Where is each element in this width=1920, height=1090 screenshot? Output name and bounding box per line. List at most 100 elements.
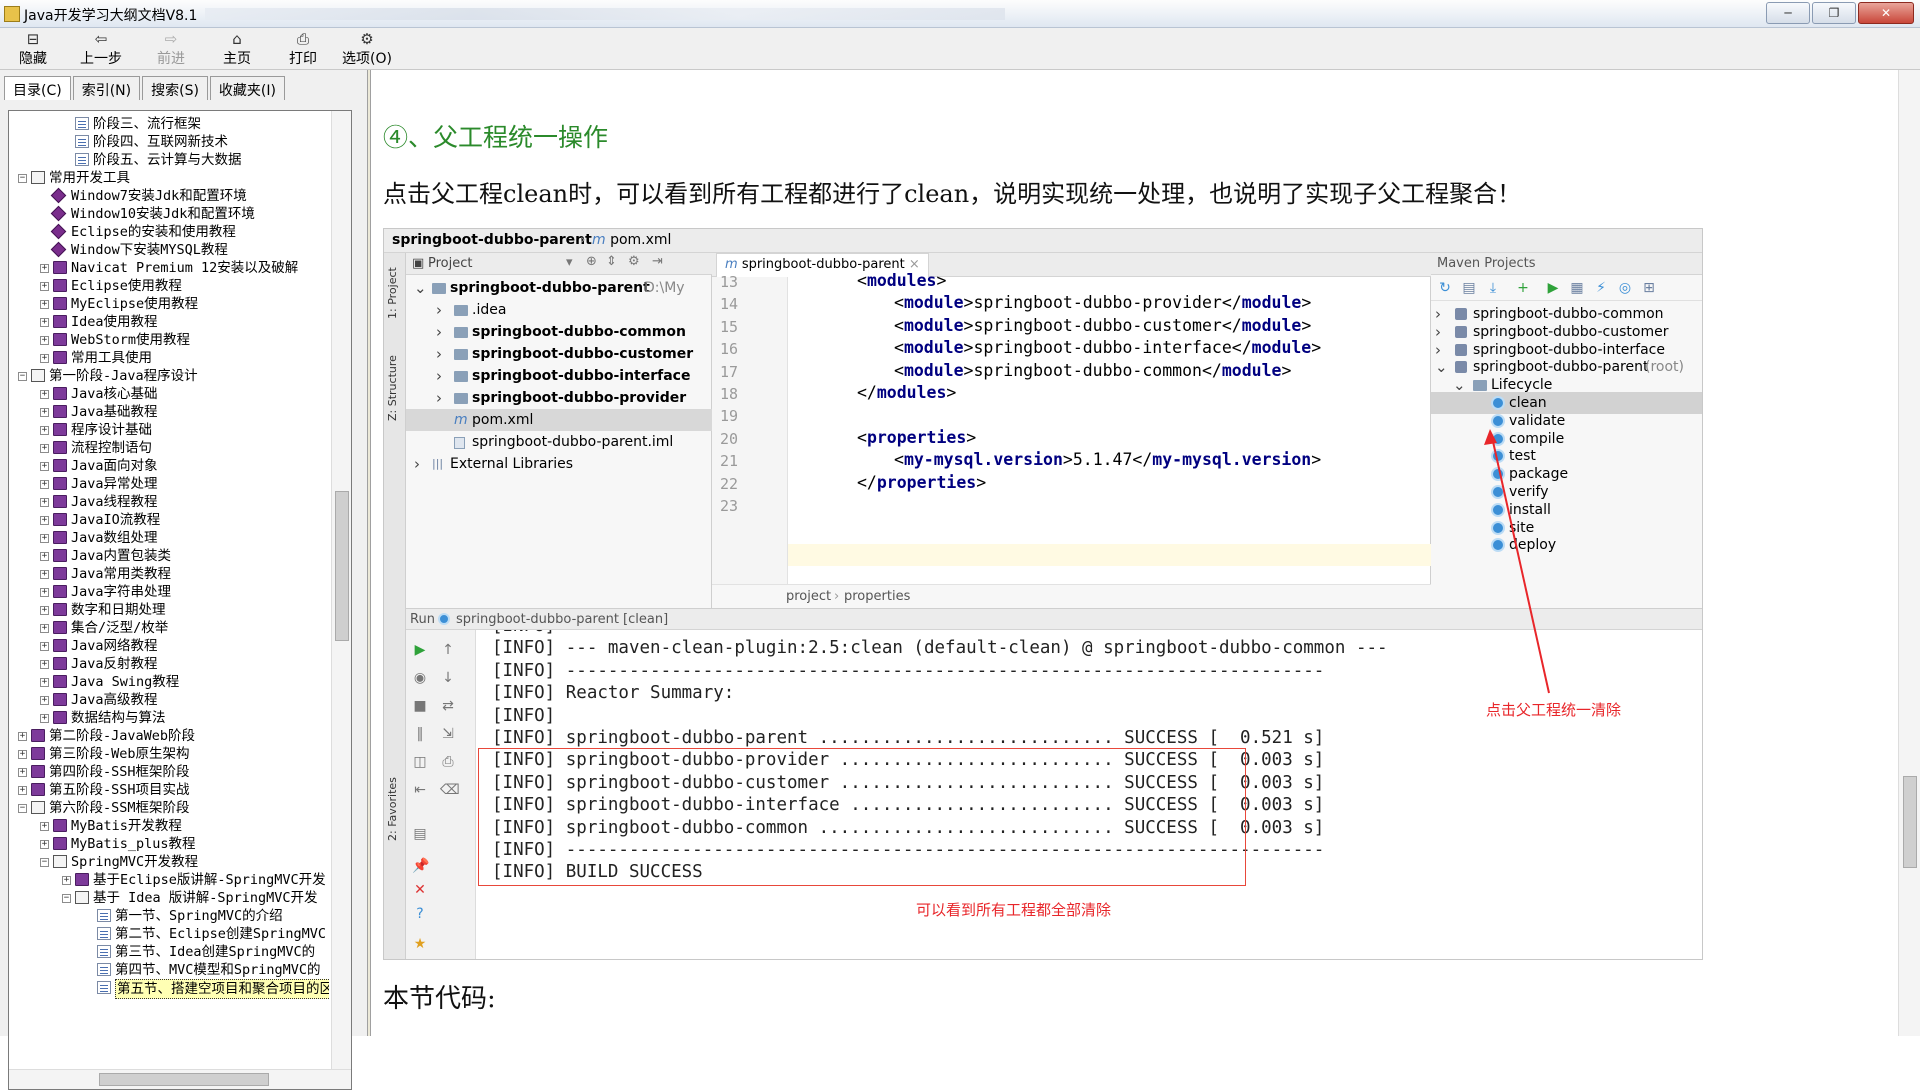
collapse-icon[interactable]: − <box>40 858 49 867</box>
project-tree-item[interactable]: › .idea <box>406 299 712 321</box>
code-line[interactable]: <module>springboot-dubbo-common</module> <box>894 361 1291 380</box>
toolbar-button-forward[interactable]: ⇨ 前进 <box>142 30 200 68</box>
wrap-icon[interactable]: ⇄ <box>440 698 456 714</box>
expand-icon[interactable]: + <box>18 786 27 795</box>
collapse-icon[interactable]: − <box>18 804 27 813</box>
expand-icon[interactable]: + <box>40 390 49 399</box>
generate-sources-icon[interactable]: ▤ <box>1461 280 1477 296</box>
expand-icon[interactable]: + <box>40 606 49 615</box>
settings-icon[interactable]: ⚙ <box>628 254 640 269</box>
scroll-up-icon[interactable]: ↑ <box>440 642 456 658</box>
minimize-button[interactable]: ─ <box>1766 2 1810 24</box>
tree-horizontal-scrollbar[interactable] <box>9 1069 351 1089</box>
expand-icon[interactable]: + <box>40 426 49 435</box>
expand-icon[interactable]: + <box>40 444 49 453</box>
expand-icon[interactable]: + <box>40 480 49 489</box>
skip-tests-icon[interactable]: ◎ <box>1617 280 1633 296</box>
expand-icon[interactable]: + <box>40 516 49 525</box>
favorites-star-icon[interactable]: ★ <box>412 936 428 952</box>
sync-icon[interactable]: ⊕ <box>586 254 597 269</box>
project-header-label[interactable]: Project <box>428 256 472 271</box>
collapse-icon[interactable]: − <box>18 174 27 183</box>
stop-icon[interactable]: ■ <box>412 698 428 714</box>
chevron-right-icon[interactable]: › <box>436 365 442 387</box>
project-tree-item[interactable]: springboot-dubbo-parent.iml <box>406 431 712 453</box>
scroll-thumb[interactable] <box>1903 776 1917 868</box>
chevron-right-icon[interactable]: › <box>436 299 442 321</box>
collapse-icon[interactable]: − <box>18 372 27 381</box>
toolbar-button-options[interactable]: ⚙ 选项(O) <box>338 30 396 68</box>
collapse-icon[interactable]: − <box>62 894 71 903</box>
chevron-right-icon[interactable]: › <box>414 453 420 475</box>
project-tree-item[interactable]: ⌄ springboot-dubbo-parent D:\My <box>406 277 712 299</box>
exit-icon[interactable]: ⇤ <box>412 782 428 798</box>
expand-icon[interactable]: + <box>40 498 49 507</box>
dropdown-icon[interactable]: ▾ <box>566 255 573 270</box>
footer-crumb-project[interactable]: project <box>786 589 831 604</box>
code-line[interactable]: <modules> <box>857 271 946 290</box>
help-icon[interactable]: ? <box>412 906 428 922</box>
expand-icon[interactable]: + <box>18 750 27 759</box>
expand-icon[interactable]: + <box>40 336 49 345</box>
expand-icon[interactable]: + <box>40 624 49 633</box>
expand-icon[interactable]: + <box>40 282 49 291</box>
expand-icon[interactable]: + <box>18 732 27 741</box>
nav-tab-1[interactable]: 索引(N) <box>72 76 141 100</box>
project-tool-tab[interactable]: 1: Project <box>386 267 399 319</box>
maven-tree-item[interactable]: deploy <box>1431 534 1702 556</box>
code-line[interactable]: <my-mysql.version>5.1.47</my-mysql.versi… <box>894 450 1321 469</box>
expand-icon[interactable]: + <box>40 714 49 723</box>
expand-icon[interactable]: + <box>18 768 27 777</box>
footer-crumb-properties[interactable]: properties <box>844 589 910 604</box>
code-line[interactable]: <module>springboot-dubbo-customer</modul… <box>894 316 1311 335</box>
pause-icon[interactable]: ‖ <box>412 726 428 742</box>
expand-icon[interactable]: + <box>40 534 49 543</box>
content-vertical-scrollbar[interactable] <box>1898 70 1920 1036</box>
expand-icon[interactable]: + <box>40 588 49 597</box>
toolbar-button-back[interactable]: ⇦ 上一步 <box>72 30 130 68</box>
toolbar-button-print[interactable]: ⎙ 打印 <box>274 30 332 68</box>
scroll-end-icon[interactable]: ⇲ <box>440 726 456 742</box>
download-icon[interactable]: ⤓ <box>1485 280 1501 296</box>
project-tree-item[interactable]: › springboot-dubbo-common <box>406 321 712 343</box>
expand-icon[interactable]: + <box>40 840 49 849</box>
expand-icon[interactable]: + <box>40 300 49 309</box>
toolbar-button-hide[interactable]: ⊟ 隐藏 <box>4 30 62 68</box>
chevron-right-icon[interactable]: › <box>436 387 442 409</box>
run-icon[interactable]: ▶ <box>1545 280 1561 296</box>
chevron-down-icon[interactable]: ⌄ <box>414 277 427 299</box>
show-deps-icon[interactable]: ⊞ <box>1641 280 1657 296</box>
scroll-thumb[interactable] <box>99 1073 269 1086</box>
debug-icon[interactable]: ◉ <box>412 670 428 686</box>
clear-icon[interactable]: ⌫ <box>440 782 460 798</box>
hide-icon[interactable]: ⇥ <box>652 254 663 269</box>
structure-tool-tab[interactable]: Z: Structure <box>386 355 399 421</box>
expand-icon[interactable]: + <box>40 660 49 669</box>
print-icon[interactable]: ⎙ <box>440 754 456 770</box>
nav-tab-2[interactable]: 搜索(S) <box>142 76 208 100</box>
expand-icon[interactable]: + <box>40 408 49 417</box>
close-button[interactable]: ✕ <box>1858 2 1914 24</box>
pin-icon[interactable]: 📌 <box>412 858 429 874</box>
scroll-thumb[interactable] <box>335 491 349 641</box>
code-line[interactable]: <properties> <box>857 428 976 447</box>
code-line[interactable]: </properties> <box>857 473 986 492</box>
tree-vertical-scrollbar[interactable] <box>331 111 351 1069</box>
expand-icon[interactable]: + <box>40 462 49 471</box>
toolbar-button-home[interactable]: ⌂ 主页 <box>208 30 266 68</box>
expand-icon[interactable]: + <box>40 570 49 579</box>
project-tree-item[interactable]: › ||| External Libraries <box>406 453 712 475</box>
expand-icon[interactable]: + <box>40 552 49 561</box>
project-tree-item[interactable]: m pom.xml <box>406 409 712 431</box>
expand-icon[interactable]: + <box>40 318 49 327</box>
code-line[interactable]: </modules> <box>857 383 956 402</box>
rerun-icon[interactable]: ▶ <box>412 642 428 658</box>
favorites-tool-tab[interactable]: 2: Favorites <box>386 777 399 841</box>
dump-icon[interactable]: ◫ <box>412 754 428 770</box>
nav-tab-3[interactable]: 收藏夹(I) <box>209 76 285 100</box>
restore-button[interactable]: ❐ <box>1812 2 1856 24</box>
expand-icon[interactable]: + <box>40 822 49 831</box>
code-line[interactable]: <module>springboot-dubbo-provider</modul… <box>894 293 1311 312</box>
expand-icon[interactable]: + <box>40 354 49 363</box>
collapse-icon[interactable]: ⇕ <box>606 254 617 269</box>
